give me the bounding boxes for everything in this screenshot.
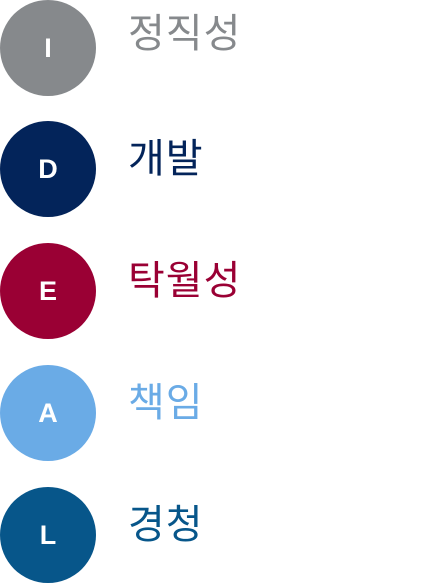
letter-badge: I (0, 0, 96, 96)
value-label: 탁월성 (128, 258, 242, 304)
value-label: 책임 (128, 380, 204, 426)
value-item-excellence: E 탁월성 (0, 243, 429, 339)
letter-badge: E (0, 243, 96, 339)
value-label: 개발 (128, 136, 204, 182)
value-item-development: D 개발 (0, 121, 429, 217)
value-label: 정직성 (128, 11, 242, 57)
letter-badge: L (0, 487, 96, 583)
letter-badge: D (0, 121, 96, 217)
value-item-integrity: I 정직성 (0, 0, 429, 96)
value-item-accountability: A 책임 (0, 365, 429, 461)
value-item-listening: L 경청 (0, 487, 429, 583)
letter-badge: A (0, 365, 96, 461)
values-list: I 정직성 D 개발 E 탁월성 A 책임 L 경청 (0, 0, 429, 588)
value-label: 경청 (128, 502, 204, 548)
